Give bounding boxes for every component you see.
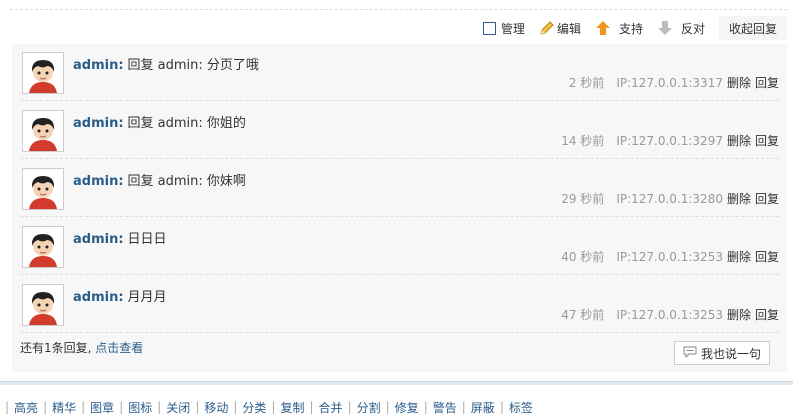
moderation-bar: | 高亮 | 精华 | 图章 | 图标 | 关闭 | 移动 | 分类 | 复制 | 合并 | 分割 … [5,399,533,416]
reply-username[interactable]: admin: [73,232,124,247]
reply-item: admin: 回复 admin: 你姐的 14 秒前 IP:127.0.0.1:32… [20,102,779,159]
reply-link[interactable]: 回复 [755,76,779,90]
pencil-icon [539,20,555,36]
delete-link[interactable]: 删除 [727,250,751,264]
support-button[interactable]: 支持 [595,20,643,37]
arrow-down-icon [657,20,673,36]
reply-username[interactable]: admin: [73,174,124,189]
collapse-replies-button[interactable]: 收起回复 [718,16,787,40]
reply-text: admin: 回复 admin: 你妹啊 [73,170,246,189]
mod-highlight[interactable]: 高亮 [14,399,38,416]
reply-meta: 2 秒前 IP:127.0.0.1:3317 删除 回复 [569,74,779,91]
more-replies-text: 还有1条回复, [20,341,92,355]
more-replies: 还有1条回复, 点击查看 [20,339,143,356]
reply-username[interactable]: admin: [73,116,124,131]
reply-item: admin: 回复 admin: 分页了哦 2 秒前 IP:127.0.0.1:33… [20,44,779,101]
mod-copy[interactable]: 复制 [280,399,304,416]
reply-ip: IP:127.0.0.1:3297 [616,134,723,148]
user-avatar-icon [23,169,63,209]
reply-content: 日日日 [127,232,167,247]
oppose-button[interactable]: 反对 [657,20,705,37]
delete-link[interactable]: 删除 [727,134,751,148]
mod-merge[interactable]: 合并 [319,399,343,416]
reply-divider [20,216,779,217]
checkbox-icon [482,21,496,35]
avatar[interactable] [22,168,64,210]
reply-text: admin: 回复 admin: 分页了哦 [73,54,259,73]
avatar[interactable] [22,52,64,94]
reply-text: admin: 回复 admin: 你姐的 [73,112,246,131]
reply-meta: 29 秒前 IP:127.0.0.1:3280 删除 回复 [561,190,779,207]
top-divider [10,9,787,10]
reply-time: 29 秒前 [561,192,605,206]
mod-digest[interactable]: 精华 [52,399,76,416]
add-reply-button[interactable]: 我也说一句 [673,341,770,365]
divider-bar [0,381,793,385]
mod-stamp[interactable]: 图章 [90,399,114,416]
avatar[interactable] [22,226,64,268]
comment-icon [683,346,697,361]
delete-link[interactable]: 删除 [727,192,751,206]
replies-panel: admin: 回复 admin: 分页了哦 2 秒前 IP:127.0.0.1:33… [12,44,787,372]
reply-item: admin: 月月月 47 秒前 IP:127.0.0.1:3253 删除 回复 [20,276,779,333]
edit-button[interactable]: 编辑 [539,20,581,37]
reply-link[interactable]: 回复 [755,134,779,148]
manage-button[interactable]: 管理 [482,20,525,37]
reply-content: 月月月 [127,290,167,305]
reply-time: 47 秒前 [561,308,605,322]
mod-warn[interactable]: 警告 [433,399,457,416]
reply-username[interactable]: admin: [73,58,124,73]
user-avatar-icon [23,111,63,151]
reply-time: 2 秒前 [568,76,605,90]
mod-category[interactable]: 分类 [242,399,266,416]
reply-text: admin: 月月月 [73,286,167,305]
reply-divider [20,100,779,101]
reply-meta: 47 秒前 IP:127.0.0.1:3253 删除 回复 [561,306,779,323]
arrow-up-icon [595,20,611,36]
reply-ip: IP:127.0.0.1:3253 [616,308,723,322]
reply-ip: IP:127.0.0.1:3253 [616,250,723,264]
mod-repair[interactable]: 修复 [395,399,419,416]
reply-ip: IP:127.0.0.1:3317 [616,76,723,90]
reply-divider [20,332,779,333]
reply-time: 40 秒前 [561,250,605,264]
reply-divider [20,158,779,159]
reply-time: 14 秒前 [561,134,605,148]
user-avatar-icon [23,227,63,267]
mod-move[interactable]: 移动 [204,399,228,416]
reply-content: 回复 admin: 分页了哦 [127,58,259,73]
mod-block[interactable]: 屏蔽 [471,399,495,416]
reply-username[interactable]: admin: [73,290,124,305]
reply-divider [20,274,779,275]
view-more-link[interactable]: 点击查看 [95,341,143,355]
delete-link[interactable]: 删除 [727,76,751,90]
post-toolbar: 管理 编辑 支持 反对 收起回复 [482,16,787,40]
user-avatar-icon [23,53,63,93]
reply-link[interactable]: 回复 [755,250,779,264]
mod-close[interactable]: 关闭 [166,399,190,416]
user-avatar-icon [23,285,63,325]
mod-tag[interactable]: 标签 [509,399,533,416]
avatar[interactable] [22,284,64,326]
mod-icon[interactable]: 图标 [128,399,152,416]
reply-content: 回复 admin: 你姐的 [127,116,246,131]
reply-content: 回复 admin: 你妹啊 [127,174,246,189]
reply-link[interactable]: 回复 [755,308,779,322]
reply-item: admin: 回复 admin: 你妹啊 29 秒前 IP:127.0.0.1:32… [20,160,779,217]
mod-split[interactable]: 分割 [357,399,381,416]
reply-ip: IP:127.0.0.1:3280 [616,192,723,206]
reply-meta: 14 秒前 IP:127.0.0.1:3297 删除 回复 [561,132,779,149]
reply-text: admin: 日日日 [73,228,167,247]
reply-link[interactable]: 回复 [755,192,779,206]
avatar[interactable] [22,110,64,152]
reply-item: admin: 日日日 40 秒前 IP:127.0.0.1:3253 删除 回复 [20,218,779,275]
reply-meta: 40 秒前 IP:127.0.0.1:3253 删除 回复 [561,248,779,265]
delete-link[interactable]: 删除 [727,308,751,322]
